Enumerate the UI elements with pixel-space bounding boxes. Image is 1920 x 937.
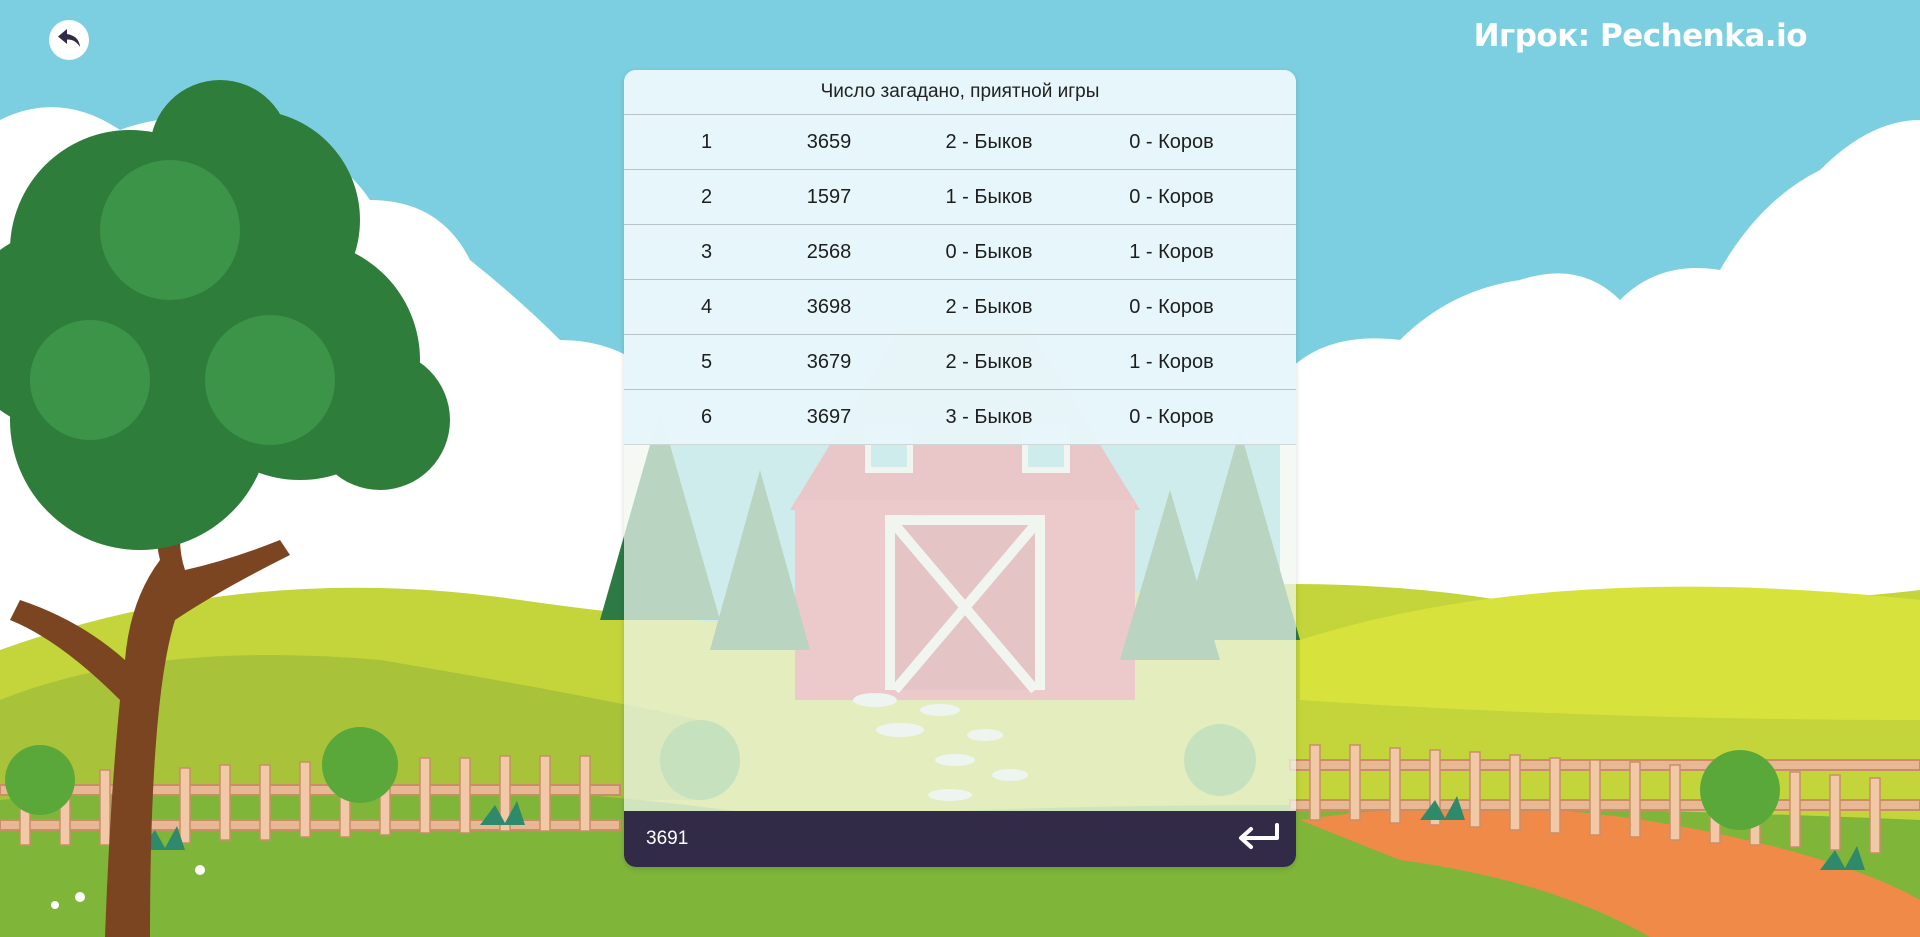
attempt-row: 5 3679 2 - Быков 1 - Коров <box>624 335 1296 390</box>
back-button[interactable] <box>49 20 89 60</box>
attempt-number: 5 <box>700 350 713 373</box>
game-panel: Число загадано, приятной игры 1 3659 2 -… <box>624 70 1296 867</box>
player-name: Игрок: Pechenka.io <box>1473 18 1808 54</box>
attempt-guess: 3697 <box>806 405 852 428</box>
attempt-row: 3 2568 0 - Быков 1 - Коров <box>624 225 1296 280</box>
guess-input-bar <box>624 811 1296 867</box>
enter-return-icon <box>1235 822 1281 857</box>
attempt-cows: 0 - Коров <box>1129 295 1214 318</box>
submit-guess-button[interactable] <box>1230 811 1286 867</box>
attempt-row: 2 1597 1 - Быков 0 - Коров <box>624 170 1296 225</box>
attempt-guess: 1597 <box>806 185 852 208</box>
player-nickname: Pechenka.io <box>1599 18 1808 54</box>
attempt-bulls: 2 - Быков <box>945 350 1033 373</box>
attempt-bulls: 3 - Быков <box>945 405 1033 428</box>
attempts-table: 1 3659 2 - Быков 0 - Коров 2 1597 1 - Бы… <box>624 115 1296 445</box>
attempt-bulls: 0 - Быков <box>945 240 1033 263</box>
attempt-row: 4 3698 2 - Быков 0 - Коров <box>624 280 1296 335</box>
attempt-cows: 0 - Коров <box>1129 130 1214 153</box>
attempt-number: 1 <box>700 130 713 153</box>
attempt-number: 2 <box>700 185 713 208</box>
history-area: Число загадано, приятной игры 1 3659 2 -… <box>624 70 1296 810</box>
attempt-row: 1 3659 2 - Быков 0 - Коров <box>624 115 1296 170</box>
attempt-cows: 0 - Коров <box>1129 185 1214 208</box>
attempt-guess: 3679 <box>806 350 852 373</box>
guess-input[interactable] <box>644 818 1230 860</box>
undo-arrow-icon <box>55 24 83 57</box>
attempt-bulls: 2 - Быков <box>945 130 1033 153</box>
game-status-text: Число загадано, приятной игры <box>624 70 1296 115</box>
attempt-guess: 2568 <box>806 240 852 263</box>
attempt-bulls: 1 - Быков <box>945 185 1033 208</box>
attempt-bulls: 2 - Быков <box>945 295 1033 318</box>
attempt-guess: 3698 <box>806 295 852 318</box>
attempt-number: 4 <box>700 295 713 318</box>
attempt-number: 6 <box>700 405 713 428</box>
player-label: Игрок: <box>1473 18 1591 54</box>
attempt-cows: 0 - Коров <box>1129 405 1214 428</box>
attempt-row: 6 3697 3 - Быков 0 - Коров <box>624 390 1296 445</box>
attempt-guess: 3659 <box>806 130 852 153</box>
attempt-cows: 1 - Коров <box>1129 350 1214 373</box>
attempt-cows: 1 - Коров <box>1129 240 1214 263</box>
attempt-number: 3 <box>700 240 713 263</box>
